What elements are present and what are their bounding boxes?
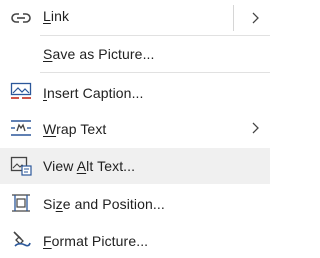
chevron-right-icon xyxy=(252,122,259,134)
alt-text-icon xyxy=(9,154,33,178)
menu-item-label: Insert Caption... xyxy=(43,85,144,101)
menu-item-label: Wrap Text xyxy=(43,121,107,137)
menu-item-size-and-position[interactable]: Size and Position... xyxy=(0,185,270,221)
menu-item-label: Format Picture... xyxy=(43,233,149,249)
insert-caption-icon xyxy=(9,80,33,104)
menu-divider xyxy=(40,72,270,73)
menu-item-label: Save as Picture... xyxy=(43,46,155,62)
menu-item-save-as-picture[interactable]: Save as Picture... xyxy=(0,36,270,72)
menu-item-wrap-text[interactable]: Wrap Text xyxy=(0,110,270,146)
context-menu: Link Save as Picture... Insert Caption..… xyxy=(0,0,270,254)
menu-item-label: View Alt Text... xyxy=(43,158,136,174)
menu-item-view-alt-text[interactable]: View Alt Text... xyxy=(0,148,270,184)
size-position-icon xyxy=(9,191,33,215)
menu-item-format-picture[interactable]: Format Picture... xyxy=(0,222,270,258)
wrap-text-icon xyxy=(9,116,33,140)
chevron-right-icon xyxy=(252,12,259,24)
menu-item-label: Link xyxy=(43,8,70,24)
menu-item-label: Size and Position... xyxy=(43,196,165,212)
menu-item-insert-caption[interactable]: Insert Caption... xyxy=(0,74,270,110)
format-picture-icon xyxy=(9,228,33,252)
menu-item-link[interactable]: Link xyxy=(0,0,270,36)
link-icon xyxy=(9,6,33,30)
submenu-separator xyxy=(233,5,234,31)
